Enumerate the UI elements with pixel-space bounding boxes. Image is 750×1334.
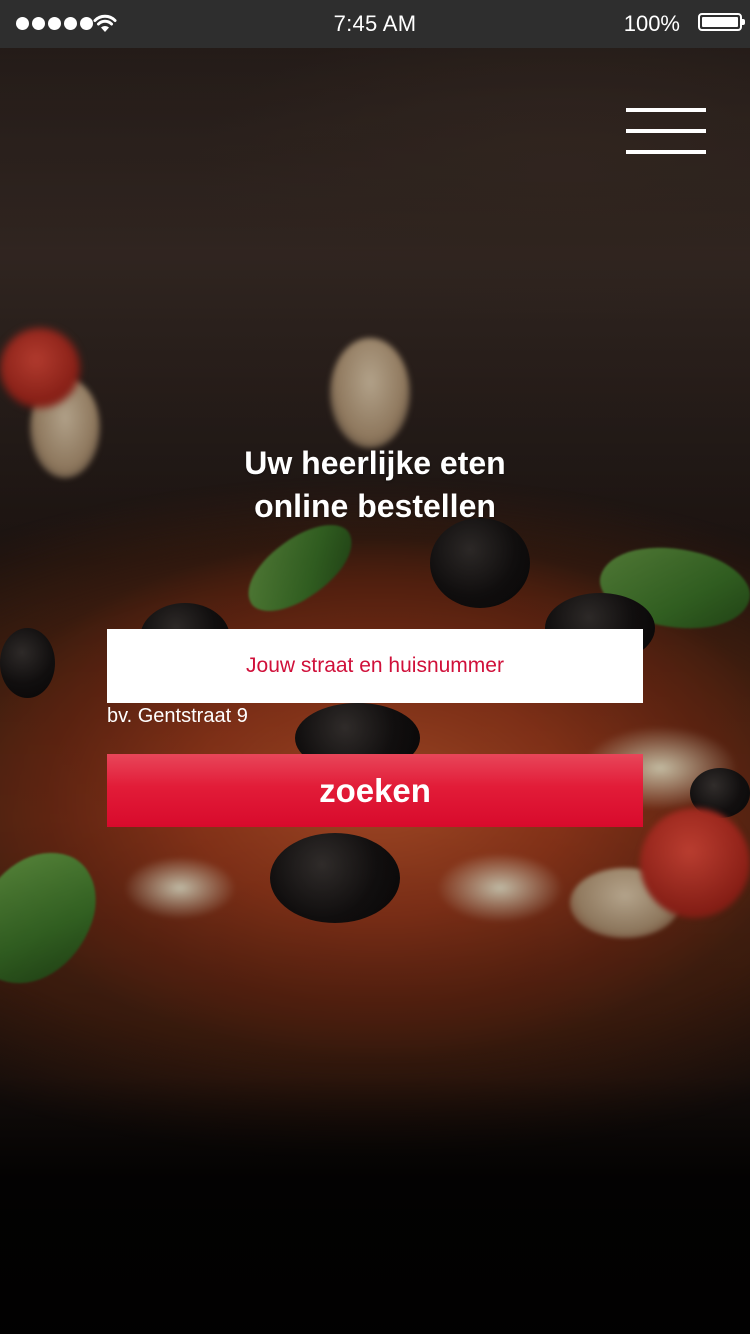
battery-icon: [698, 13, 745, 31]
headline-line-2: online bestellen: [254, 488, 496, 524]
address-example-hint: bv. Gentstraat 9: [107, 705, 248, 727]
address-search-input[interactable]: [107, 629, 643, 703]
hamburger-menu-icon[interactable]: [626, 108, 706, 154]
status-bar: 7:45 AM 100%: [0, 0, 750, 48]
headline-line-1: Uw heerlijke eten: [244, 445, 506, 481]
hero-headline: Uw heerlijke eten online bestellen: [0, 442, 750, 528]
search-button[interactable]: zoeken: [107, 754, 643, 827]
screen: 7:45 AM 100% Uw heerlijke eten online be…: [0, 0, 750, 1334]
battery-percentage: 100%: [623, 11, 680, 36]
menu-bar: [626, 150, 706, 154]
battery-nub: [742, 19, 745, 25]
menu-bar: [626, 129, 706, 133]
menu-bar: [626, 108, 706, 112]
battery-fill: [702, 17, 738, 27]
